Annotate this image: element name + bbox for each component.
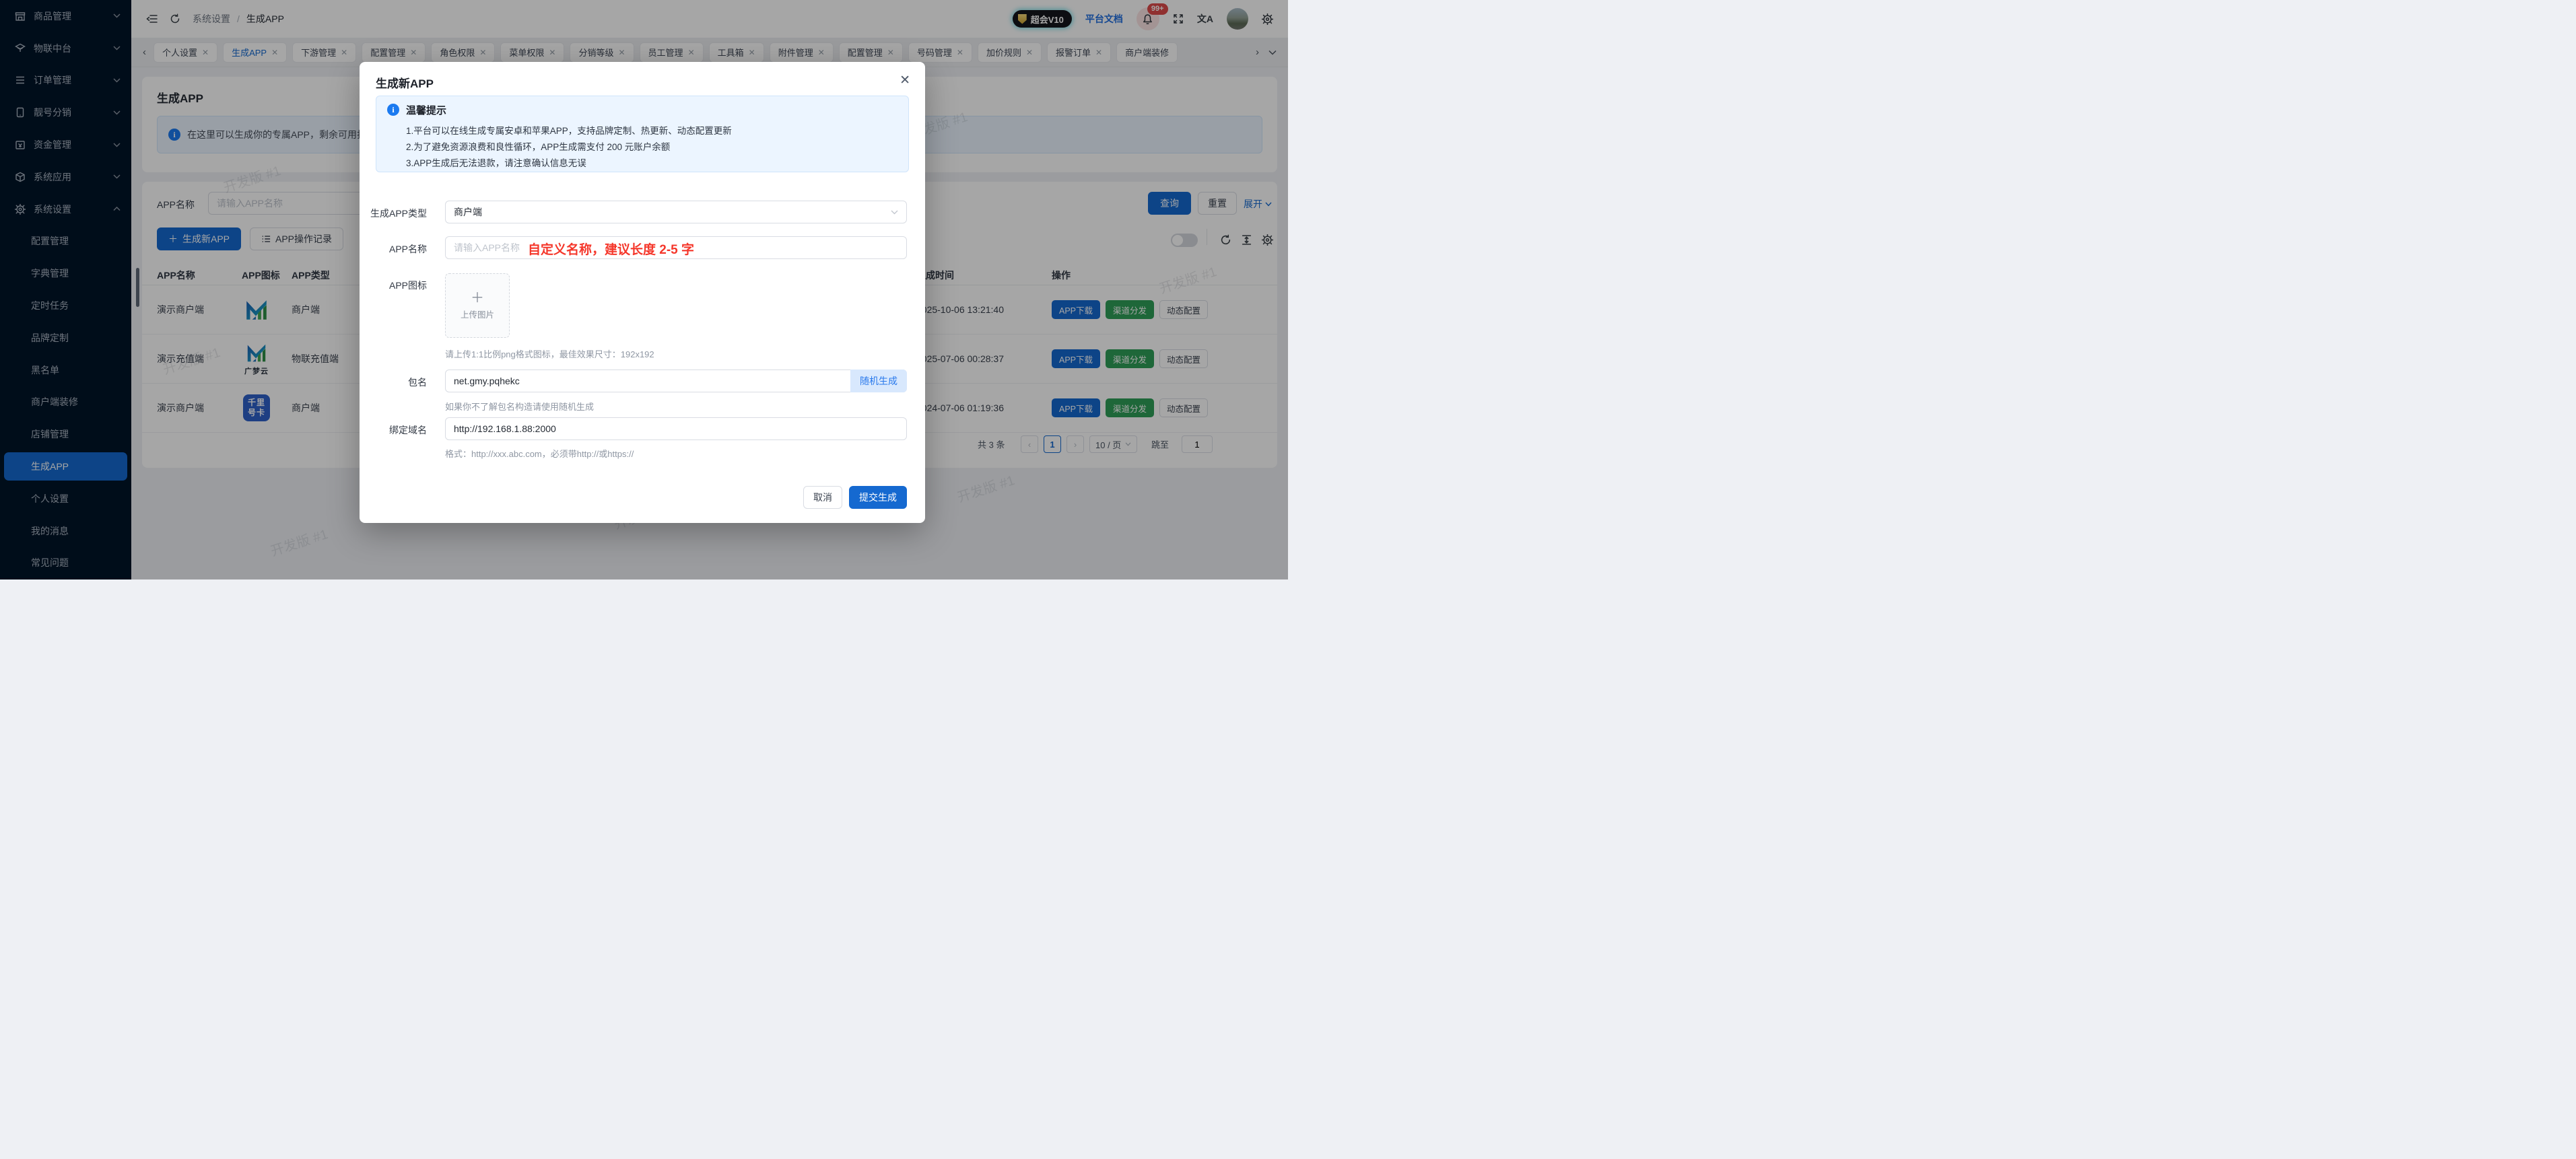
plus-icon: ＋ (471, 291, 484, 305)
random-generate-button[interactable]: 随机生成 (850, 370, 907, 392)
domain-label: 绑定域名 (360, 423, 427, 437)
modal-tip-alert: i 温馨提示 1.平台可以在线生成专属安卓和苹果APP，支持品牌定制、热更新、动… (376, 96, 909, 172)
package-name-input[interactable] (454, 376, 842, 386)
app-icon-label: APP图标 (360, 279, 427, 292)
app-type-value: 商户端 (454, 205, 482, 219)
cancel-button[interactable]: 取消 (803, 486, 842, 509)
icon-help-text: 请上传1:1比例png格式图标，最佳效果尺寸：192x192 (445, 347, 654, 360)
modal-close-icon[interactable]: ✕ (900, 73, 910, 88)
package-label: 包名 (360, 376, 427, 389)
tip-title: 温馨提示 (406, 103, 446, 117)
tip-line: 2.为了避免资源浪费和良性循环，APP生成需支付 200 元账户余额 (406, 139, 670, 153)
info-icon: i (387, 104, 399, 116)
name-annotation-red-text: 自定义名称，建议长度 2-5 字 (528, 240, 694, 258)
bind-domain-input[interactable] (454, 423, 898, 434)
package-input-wrap: 随机生成 (445, 370, 907, 392)
domain-input-wrap (445, 417, 907, 440)
generate-app-modal: 生成新APP ✕ i 温馨提示 1.平台可以在线生成专属安卓和苹果APP，支持品… (360, 62, 925, 523)
domain-help-text: 格式：http://xxx.abc.com，必须带http://或https:/… (445, 447, 634, 460)
tip-line: 1.平台可以在线生成专属安卓和苹果APP，支持品牌定制、热更新、动态配置更新 (406, 123, 732, 137)
app-type-select[interactable]: 商户端 (445, 201, 907, 223)
modal-title: 生成新APP (376, 74, 434, 91)
app-type-label: 生成APP类型 (360, 207, 427, 220)
submit-generate-button[interactable]: 提交生成 (849, 486, 907, 509)
tip-line: 3.APP生成后无法退款，请注意确认信息无误 (406, 155, 586, 169)
upload-image-button[interactable]: ＋ 上传图片 (445, 273, 510, 338)
chevron-down-icon (891, 210, 898, 215)
app-name-label: APP名称 (360, 242, 427, 256)
upload-label: 上传图片 (461, 308, 494, 320)
package-help-text: 如果你不了解包名构造请使用随机生成 (445, 400, 594, 413)
